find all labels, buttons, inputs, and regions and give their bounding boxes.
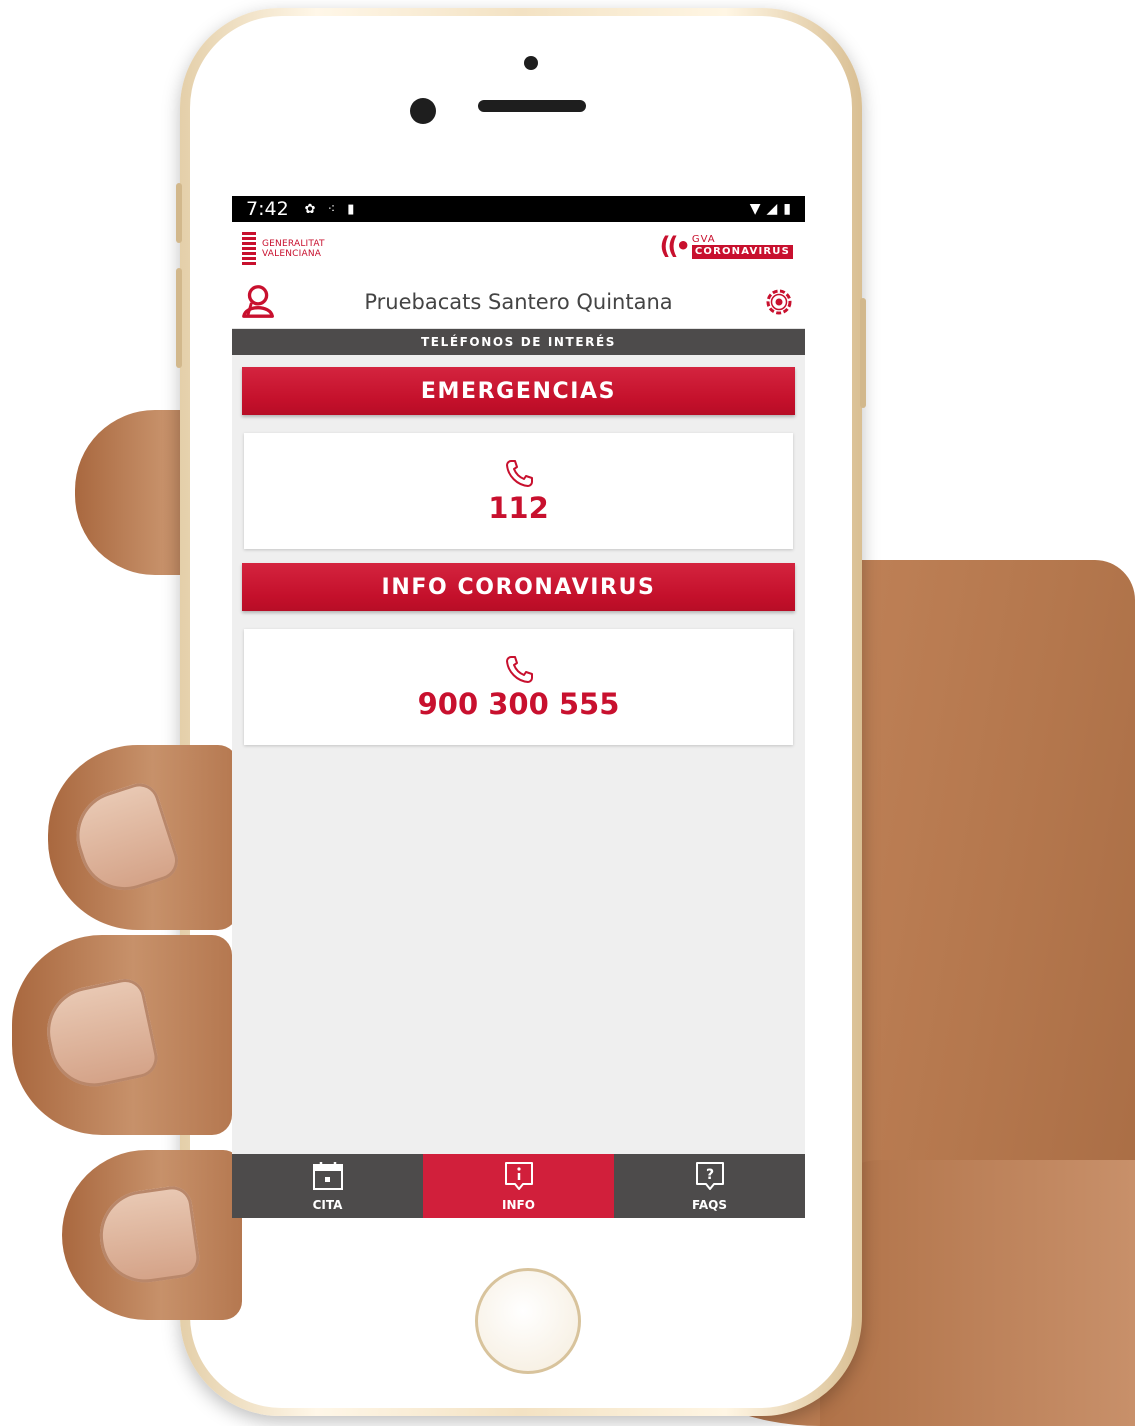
brand-header: GENERALITAT VALENCIANA ((• GVA CORONAVIR… xyxy=(232,222,805,276)
section-title: TELÉFONOS DE INTERÉS xyxy=(232,329,805,355)
user-name: Pruebacats Santero Quintana xyxy=(364,290,673,314)
nav-label-faqs: FAQS xyxy=(692,1198,727,1212)
gva-label: GVA xyxy=(691,233,716,245)
user-bar: Pruebacats Santero Quintana xyxy=(232,276,805,329)
proximity-sensor xyxy=(524,56,538,70)
front-camera xyxy=(410,98,436,124)
hand-wrist xyxy=(820,1160,1135,1426)
power-button xyxy=(860,298,866,408)
generalitat-line-2: VALENCIANA xyxy=(262,249,322,259)
volume-up-button xyxy=(176,268,182,368)
home-button[interactable] xyxy=(475,1268,581,1374)
battery-icon: ▮ xyxy=(783,201,791,217)
question-icon: ? xyxy=(695,1162,724,1190)
bottom-navigation: CITA INFO ? FAQS xyxy=(232,1154,805,1218)
phone-card-info-coronavirus[interactable]: 900 300 555 xyxy=(244,629,793,745)
sd-card-icon: ▮ xyxy=(347,201,355,217)
nav-label-cita: CITA xyxy=(312,1198,343,1212)
svg-text:?: ? xyxy=(705,1167,713,1183)
status-time: 7:42 xyxy=(246,198,289,220)
phone-icon xyxy=(505,656,533,683)
generalitat-line-1: GENERALITAT xyxy=(262,239,325,249)
phone-icon xyxy=(505,460,533,487)
network-notification-icon: ⁖ xyxy=(327,201,336,217)
gva-coronavirus-logo: ((• GVA CORONAVIRUS xyxy=(660,232,793,260)
status-bar: 7:42 ✿ ⁖ ▮ ▼ ◢ ▮ xyxy=(232,196,805,222)
nav-tab-info[interactable]: INFO xyxy=(423,1154,614,1218)
user-profile-icon[interactable] xyxy=(240,282,278,320)
settings-notification-icon: ✿ xyxy=(304,201,316,217)
nav-label-info: INFO xyxy=(502,1198,535,1212)
wifi-icon: ▼ xyxy=(749,201,761,217)
phone-number-emergencias[interactable]: 112 xyxy=(488,491,549,525)
calendar-icon xyxy=(312,1162,343,1190)
phone-number-info-coronavirus[interactable]: 900 300 555 xyxy=(418,687,620,721)
category-header-emergencias: EMERGENCIAS xyxy=(242,367,795,415)
phone-list: EMERGENCIAS 112 INFO CORONAVIRUS 900 300… xyxy=(232,355,805,745)
app-screen: 7:42 ✿ ⁖ ▮ ▼ ◢ ▮ GENERALITAT VALENCIANA … xyxy=(232,196,805,1218)
earpiece-speaker xyxy=(478,100,586,112)
mute-switch xyxy=(176,183,182,243)
nav-tab-faqs[interactable]: ? FAQS xyxy=(614,1154,805,1218)
coronavirus-label: CORONAVIRUS xyxy=(691,244,793,259)
generalitat-logo: GENERALITAT VALENCIANA xyxy=(242,232,325,266)
nav-tab-cita[interactable]: CITA xyxy=(232,1154,423,1218)
signal-icon: ◢ xyxy=(766,201,778,217)
phone-card-emergencias[interactable]: 112 xyxy=(244,433,793,549)
info-icon xyxy=(504,1162,533,1190)
generalitat-emblem-icon xyxy=(242,232,256,266)
gear-icon[interactable] xyxy=(761,284,797,320)
category-header-info-coronavirus: INFO CORONAVIRUS xyxy=(242,563,795,611)
broadcast-waves-icon: ((• xyxy=(659,232,691,260)
